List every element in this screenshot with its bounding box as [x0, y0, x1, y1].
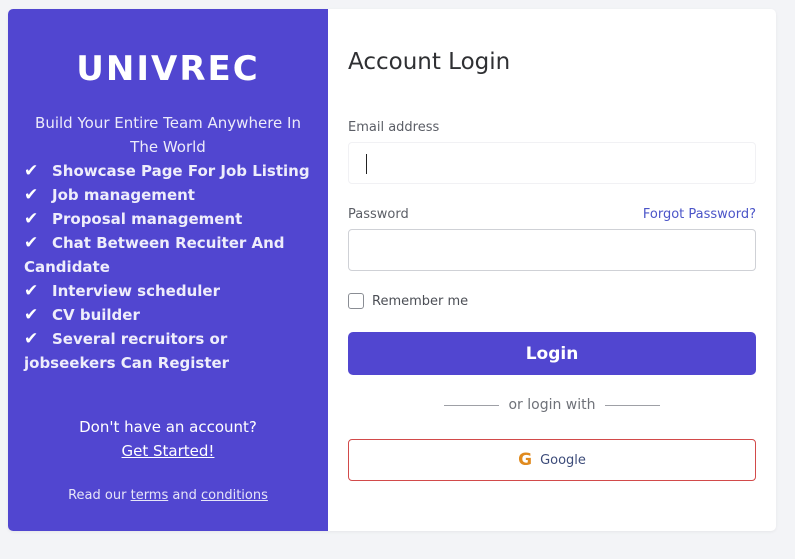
feature-label: Several recruitors or jobseekers Can Reg… — [24, 330, 230, 372]
divider-line — [444, 404, 500, 406]
login-form: Account Login Email address Password For… — [328, 9, 776, 531]
check-icon: ✔ — [24, 161, 39, 181]
login-button[interactable]: Login — [348, 332, 756, 375]
password-field[interactable] — [348, 229, 756, 271]
check-icon: ✔ — [24, 305, 39, 325]
feature-label: CV builder — [52, 306, 140, 324]
remember-me[interactable]: Remember me — [348, 293, 468, 309]
feature-label: Showcase Page For Job Listing — [52, 162, 310, 180]
conditions-link[interactable]: conditions — [201, 488, 268, 503]
check-icon: ✔ — [24, 281, 39, 301]
brand-logo: UNIVREC — [76, 49, 260, 89]
check-icon: ✔ — [24, 233, 39, 253]
email-label: Email address — [348, 120, 440, 135]
or-login-with-text: or login with — [508, 397, 596, 413]
terms-prefix: Read our — [68, 488, 127, 503]
brand-tagline: Build Your Entire Team Anywhere In The W… — [35, 114, 301, 156]
feature-item: ✔ Proposal management — [24, 207, 314, 231]
form-title: Account Login — [348, 49, 511, 75]
feature-label: Job management — [52, 186, 195, 204]
feature-item: ✔ CV builder — [24, 303, 314, 327]
feature-item: ✔ Showcase Page For Job Listing — [24, 159, 314, 183]
feature-label: Proposal management — [52, 210, 243, 228]
check-icon: ✔ — [24, 185, 39, 205]
email-field[interactable] — [348, 142, 756, 184]
feature-label: Interview scheduler — [52, 282, 220, 300]
terms-and: and — [172, 488, 197, 503]
check-icon: ✔ — [24, 329, 39, 349]
login-card: UNIVREC Build Your Entire Team Anywhere … — [8, 9, 776, 531]
terms-text: Read our terms and conditions — [8, 488, 328, 503]
terms-link[interactable]: terms — [131, 488, 169, 503]
google-label: Google — [540, 452, 586, 468]
feature-label: Chat Between Recuiter And Candidate — [24, 234, 285, 276]
feature-item: ✔ Several recruitors or jobseekers Can Re… — [24, 327, 314, 375]
feature-item: ✔ Interview scheduler — [24, 279, 314, 303]
get-started-link[interactable]: Get Started! — [8, 439, 328, 463]
check-icon: ✔ — [24, 209, 39, 229]
google-icon: G — [518, 450, 533, 470]
remember-checkbox[interactable] — [348, 293, 364, 309]
or-divider: or login with — [348, 397, 756, 413]
divider-line — [604, 404, 660, 406]
forgot-password-link[interactable]: Forgot Password? — [643, 207, 756, 222]
brand-panel: UNIVREC Build Your Entire Team Anywhere … — [8, 9, 328, 531]
password-label: Password — [348, 207, 409, 222]
remember-label: Remember me — [372, 293, 469, 309]
google-login-button[interactable]: G Google — [348, 439, 756, 481]
feature-item: ✔ Chat Between Recuiter And Candidate — [24, 231, 314, 279]
feature-item: ✔ Job management — [24, 183, 314, 207]
feature-list: ✔ Showcase Page For Job Listing ✔ Job mana… — [24, 159, 314, 375]
text-caret — [366, 154, 367, 174]
signup-question: Don't have an account? — [79, 418, 257, 436]
